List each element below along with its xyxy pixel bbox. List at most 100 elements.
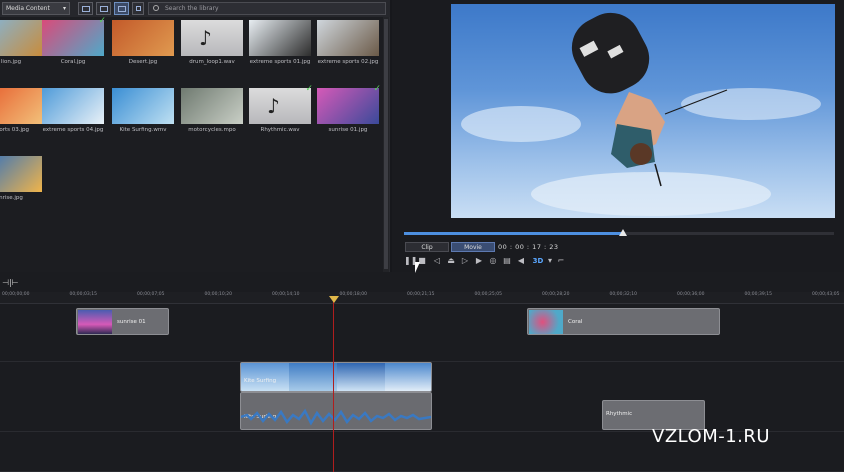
thumbnail: [317, 88, 379, 124]
ruler-tick-label: 00;00;10;20: [204, 292, 232, 297]
library-item-label: drum_loop1.wav: [189, 59, 235, 65]
timeline-toolbar: ⊣|⊢: [0, 274, 844, 292]
library-item-Coral[interactable]: ✓ Coral.jpg: [42, 16, 106, 68]
clip-thumbnail: [78, 310, 112, 334]
library-item-label: sunrise 01.jpg: [328, 127, 368, 133]
clip-sunrise[interactable]: sunrise 01: [76, 308, 169, 335]
ruler-tick-label: 00;00;03;15: [69, 292, 97, 297]
timeline-ruler[interactable]: 00;00;00;00 00;00;03;15 00;00;07;05 00;00;1…: [0, 292, 844, 304]
previous-frame-icon[interactable]: ◁: [432, 256, 442, 266]
fit-timeline-icon[interactable]: ⊣|⊢: [2, 278, 19, 287]
chevron-down-icon: ▾: [62, 5, 66, 12]
library-item-sunrise-01[interactable]: ✓ sunrise 01.jpg: [317, 84, 381, 136]
clip-label: Kite Surfing: [244, 378, 277, 384]
thumbnail: [112, 20, 174, 56]
split-icon[interactable]: ⏏: [446, 256, 456, 266]
library-item-motorcycles[interactable]: motorcycles.mpo: [181, 88, 243, 136]
undock-preview-icon[interactable]: ⌐: [556, 256, 566, 266]
music-note-icon: ♪: [199, 26, 212, 50]
ruler-tick-label: 00;00;32;10: [609, 292, 637, 297]
library-item-kite-surfing[interactable]: Kite Surfing.wmv: [112, 88, 174, 136]
library-item-drum_loop[interactable]: ♪ drum_loop1.wav: [181, 20, 243, 68]
audio-view-icon: [118, 6, 126, 12]
clip-kite-surfing-video[interactable]: Kite Surfing: [240, 362, 432, 392]
library-item-Desert[interactable]: Desert.jpg: [112, 20, 174, 68]
library-item-rhythmic[interactable]: ♪ ✓ Rhythmic.wav: [249, 84, 313, 136]
playback-controls: ❚❚ ■ ◁ ⏏ ▷ ▶ ◎ ▤ ◀ 3D ▾ ⌐: [404, 256, 574, 268]
3d-mode-button[interactable]: 3D: [530, 256, 546, 266]
ruler-tick-label: 00;00;21;15: [407, 292, 435, 297]
library-item-label: extreme sports 04.jpg: [42, 127, 104, 133]
clip-frame: [337, 363, 385, 391]
library-item-extreme-sports-04[interactable]: extreme sports 04.jpg: [42, 88, 104, 136]
audio-file-icon: ♪: [249, 88, 311, 124]
thumbnail: [249, 20, 311, 56]
app-window: Media Content ▾ Search the library lion.…: [0, 0, 844, 472]
thumbnail: [0, 20, 42, 56]
scrollbar-thumb[interactable]: [384, 19, 388, 269]
library-item-label: Desert.jpg: [128, 59, 158, 65]
library-toolbar: Media Content ▾ Search the library: [0, 0, 390, 17]
audio-waveform: [241, 408, 431, 426]
ruler-tick-label: 00;00;14;10: [272, 292, 300, 297]
ruler-tick-label: 00;00;18;00: [339, 292, 367, 297]
grid-options-button[interactable]: [132, 2, 144, 15]
clip-kite-surfing-audio[interactable]: Kite Surfing: [240, 392, 432, 430]
thumbnail: [112, 88, 174, 124]
thumbnail: [317, 20, 379, 56]
list-view-icon: [82, 6, 90, 12]
thumbnail: [181, 88, 243, 124]
thumbnail-view-icon: [100, 6, 108, 12]
view-details-button[interactable]: [78, 2, 93, 15]
3d-dropdown-chevron-icon[interactable]: ▾: [545, 256, 555, 266]
watermark-text: VZLOM-1.RU: [652, 426, 771, 447]
thumbnail: [42, 88, 104, 124]
used-check-icon: ✓: [305, 84, 313, 94]
grid-icon: [136, 6, 141, 11]
preview-video[interactable]: [451, 4, 835, 218]
volume-icon[interactable]: ◀: [516, 256, 526, 266]
fast-forward-icon[interactable]: ▶: [474, 256, 484, 266]
ruler-tick-label: 00;00;28;20: [542, 292, 570, 297]
tab-clip[interactable]: Clip: [405, 242, 449, 252]
clip-label: sunrise 01: [117, 319, 146, 325]
ruler-tick-label: 00;00;07;05: [137, 292, 165, 297]
audio-file-icon: ♪: [181, 20, 243, 56]
library-item-label: nrise.jpg: [0, 195, 23, 201]
media-content-dropdown[interactable]: Media Content ▾: [2, 2, 70, 15]
clip-coral[interactable]: Coral: [527, 308, 720, 335]
timecode-display: 00 : 00 : 17 : 23: [498, 243, 559, 251]
view-thumbnails-button[interactable]: [96, 2, 111, 15]
mouse-cursor-icon: [415, 262, 425, 273]
preview-seek-fill: [404, 232, 624, 235]
library-item-extreme-sports-01[interactable]: extreme sports 01.jpg: [249, 20, 311, 68]
library-item-label: extreme sports 01.jpg: [249, 59, 311, 65]
thumbnail: [0, 88, 42, 124]
library-item-sunrise[interactable]: nrise.jpg: [0, 156, 42, 204]
used-check-icon: ✓: [98, 16, 106, 26]
settings-icon[interactable]: ▤: [502, 256, 512, 266]
library-search-input[interactable]: Search the library: [148, 2, 386, 15]
playhead-line[interactable]: [333, 296, 334, 472]
thumbnail: [0, 156, 42, 192]
playhead-marker[interactable]: [329, 296, 339, 303]
seek-handle[interactable]: [619, 229, 628, 236]
search-placeholder: Search the library: [165, 5, 219, 12]
next-frame-icon[interactable]: ▷: [460, 256, 470, 266]
ruler-tick-label: 00;00;25;05: [474, 292, 502, 297]
tab-movie[interactable]: Movie: [451, 242, 495, 252]
view-audio-button[interactable]: [114, 2, 129, 15]
pause-icon[interactable]: ❚❚: [404, 256, 417, 266]
library-item-label: extreme sports 02.jpg: [317, 59, 379, 65]
dropdown-label: Media Content: [6, 5, 50, 12]
snapshot-icon[interactable]: ◎: [488, 256, 498, 266]
ruler-tick-label: 00;00;36;00: [677, 292, 705, 297]
library-scrollbar[interactable]: [383, 17, 389, 272]
library-item-extreme-sports-02[interactable]: extreme sports 02.jpg: [317, 20, 379, 68]
ruler-tick-label: 00;00;43;05: [812, 292, 840, 297]
clip-thumbnail: [529, 310, 563, 334]
library-item-label: Rhythmic.wav: [260, 127, 300, 133]
used-check-icon: ✓: [373, 84, 381, 94]
library-item-label: Kite Surfing.wmv: [119, 127, 167, 133]
search-icon: [153, 5, 159, 11]
